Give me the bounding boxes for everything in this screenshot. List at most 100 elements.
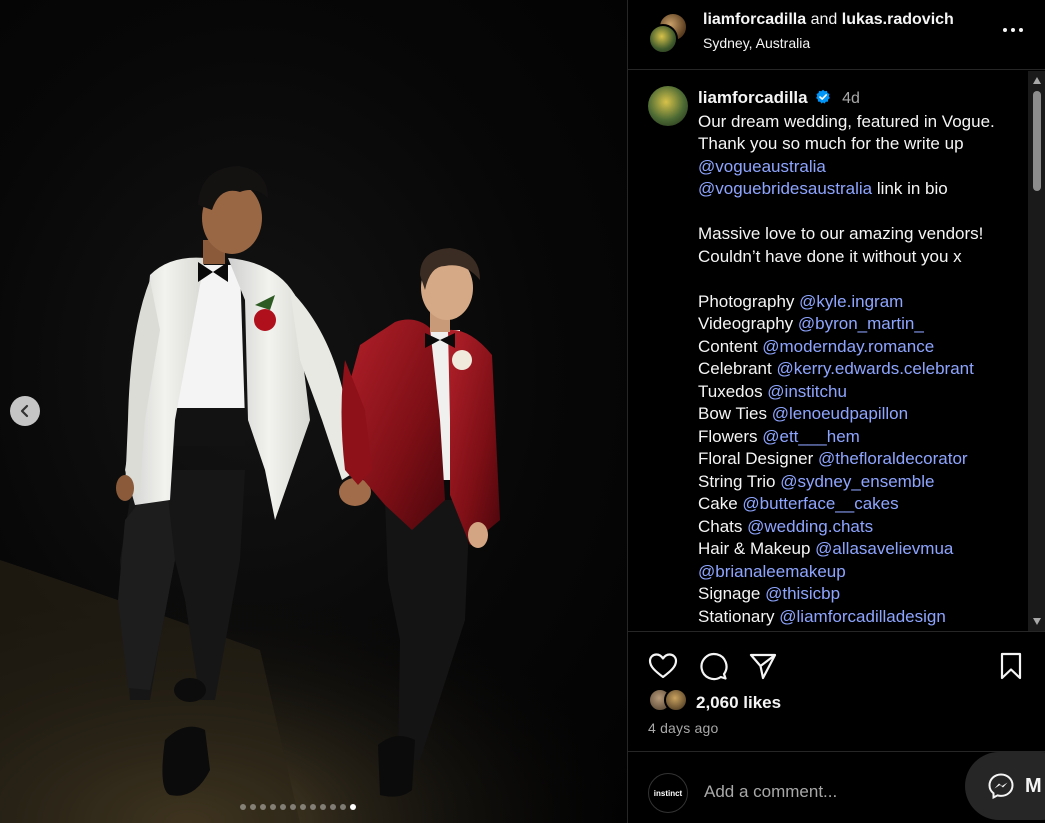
caption-text-segment: Chats — [698, 516, 748, 536]
caption-text-segment: Hair & Makeup — [698, 539, 816, 558]
mention-link[interactable]: @thefloraldecorator — [818, 449, 968, 468]
caption-text-segment: Couldn’t have done it without you x — [698, 246, 962, 266]
caption-text-segment: Content — [698, 336, 763, 356]
heart-icon[interactable] — [647, 650, 679, 682]
mention-link[interactable]: @institchu — [767, 382, 847, 401]
mention-link[interactable]: @liamforcadilladesign — [779, 607, 946, 626]
carousel-dot — [300, 804, 306, 810]
caption-line: Signage @thisicbp — [698, 583, 1018, 606]
caption-line: Massive love to our amazing vendors! — [698, 223, 1018, 246]
scroll-up-arrow[interactable] — [1033, 77, 1041, 84]
comment-icon[interactable] — [697, 650, 729, 682]
messages-button[interactable]: M — [965, 752, 1045, 820]
caption-text-segment: Massive love to our amazing vendors! — [698, 224, 984, 243]
caption-line: Content @modernday.romance — [698, 336, 1018, 359]
caption: liamforcadilla 4d Our dream wedding, fea… — [698, 87, 1018, 628]
verified-icon — [816, 89, 831, 104]
mention-link[interactable]: @vogueaustralia — [698, 157, 826, 176]
chevron-left-icon — [20, 404, 29, 418]
caption-area[interactable]: liamforcadilla 4d Our dream wedding, fea… — [628, 71, 1028, 631]
caption-line: @brianaleemakeup — [698, 561, 1018, 584]
avatar — [664, 688, 688, 712]
mention-link[interactable]: @ett___hem — [762, 427, 860, 446]
caption-scrollbar[interactable] — [1028, 71, 1045, 631]
caption-line: Photography @kyle.ingram — [698, 291, 1018, 314]
mention-link[interactable]: @lenoeudpapillon — [772, 404, 908, 423]
carousel-dot — [320, 804, 326, 810]
caption-line: Stationary @liamforcadilladesign — [698, 606, 1018, 629]
carousel-dot — [240, 804, 246, 810]
caption-text-segment: Flowers — [698, 426, 763, 446]
caption-line: Bow Ties @lenoeudpapillon — [698, 403, 1018, 426]
caption-line: Our dream wedding, featured in Vogue. — [698, 111, 1018, 134]
carousel-dot — [310, 804, 316, 810]
carousel-dot — [250, 804, 256, 810]
author-link-1[interactable]: liamforcadilla — [703, 11, 806, 28]
caption-text-segment: Thank you so much for the write up — [698, 134, 964, 153]
mention-link[interactable]: @wedding.chats — [747, 517, 873, 536]
carousel-dot — [350, 804, 356, 810]
scroll-thumb[interactable] — [1033, 91, 1041, 191]
caption-line: Flowers @ett___hem — [698, 426, 1018, 449]
action-bar: 2,060 likes 4 days ago — [628, 631, 1045, 751]
caption-text-segment: Our dream wedding, featured in Vogue. — [698, 111, 995, 131]
caption-line: Floral Designer @thefloraldecorator — [698, 448, 1018, 471]
caption-line: Couldn’t have done it without you x — [698, 246, 1018, 269]
collab-avatars[interactable] — [648, 12, 690, 54]
avatar — [648, 24, 678, 54]
mention-link[interactable]: @thisicbp — [765, 584, 840, 603]
more-options-button[interactable] — [998, 20, 1028, 40]
caption-line: String Trio @sydney_ensemble — [698, 471, 1018, 494]
wedding-photo — [0, 166, 627, 823]
caption-line: Hair & Makeup @allasavelievmua — [698, 538, 1018, 561]
caption-username[interactable]: liamforcadilla — [698, 88, 808, 107]
caption-header: liamforcadilla 4d — [698, 87, 1018, 111]
caption-line: @voguebridesaustralia link in bio — [698, 178, 1018, 201]
previous-photo-button[interactable] — [10, 396, 40, 426]
post-photo[interactable] — [0, 0, 627, 823]
post-date[interactable]: 4 days ago — [648, 720, 719, 736]
scroll-down-arrow[interactable] — [1033, 618, 1041, 625]
comment-input[interactable] — [704, 782, 954, 802]
mention-link[interactable]: @modernday.romance — [762, 337, 934, 356]
bookmark-icon[interactable] — [995, 650, 1027, 682]
caption-text-segment: Videography — [698, 314, 798, 333]
post-header: liamforcadilla and lukas.radovich Sydney… — [628, 0, 1045, 70]
carousel-dot — [340, 804, 346, 810]
caption-text: Our dream wedding, featured in Vogue. Tha… — [698, 111, 1018, 629]
mention-link[interactable]: @sydney_ensemble — [780, 472, 934, 491]
share-icon[interactable] — [747, 650, 779, 682]
messages-label: M — [1025, 774, 1042, 797]
caption-line: Cake @butterface__cakes — [698, 493, 1018, 516]
mention-link[interactable]: @kerry.edwards.celebrant — [776, 359, 973, 378]
carousel-dot — [290, 804, 296, 810]
location-link[interactable]: Sydney, Australia — [703, 35, 810, 51]
messenger-icon — [988, 773, 1014, 800]
authors-conjunction: and — [810, 11, 838, 28]
mention-link[interactable]: @byron_martin_ — [798, 314, 924, 333]
mention-link[interactable]: @brianaleemakeup — [698, 562, 846, 581]
mention-link[interactable]: @kyle.ingram — [799, 292, 903, 311]
author-link-2[interactable]: lukas.radovich — [842, 11, 954, 28]
caption-text-segment: Celebrant — [698, 359, 777, 378]
avatar[interactable] — [648, 86, 688, 126]
current-user-avatar: instinct — [648, 773, 688, 813]
caption-line: Videography @byron_martin_ — [698, 313, 1018, 336]
caption-line: Thank you so much for the write up — [698, 133, 1018, 156]
post-authors: liamforcadilla and lukas.radovich — [703, 11, 954, 29]
caption-text-segment: Tuxedos — [698, 381, 768, 401]
caption-text-segment: Photography — [698, 291, 800, 311]
caption-text-segment: link in bio — [872, 179, 948, 198]
post-time: 4d — [842, 90, 860, 107]
likes-count[interactable]: 2,060 likes — [696, 693, 781, 713]
caption-text-segment: Cake — [698, 494, 743, 513]
post-details-panel: liamforcadilla and lukas.radovich Sydney… — [627, 0, 1045, 823]
mention-link[interactable]: @allasavelievmua — [815, 539, 953, 558]
caption-text-segment: Floral Designer — [698, 449, 818, 468]
carousel-dot — [270, 804, 276, 810]
mention-link[interactable]: @butterface__cakes — [742, 494, 898, 513]
mention-link[interactable]: @voguebridesaustralia — [698, 179, 872, 198]
carousel-dot — [330, 804, 336, 810]
caption-line: Celebrant @kerry.edwards.celebrant — [698, 358, 1018, 381]
